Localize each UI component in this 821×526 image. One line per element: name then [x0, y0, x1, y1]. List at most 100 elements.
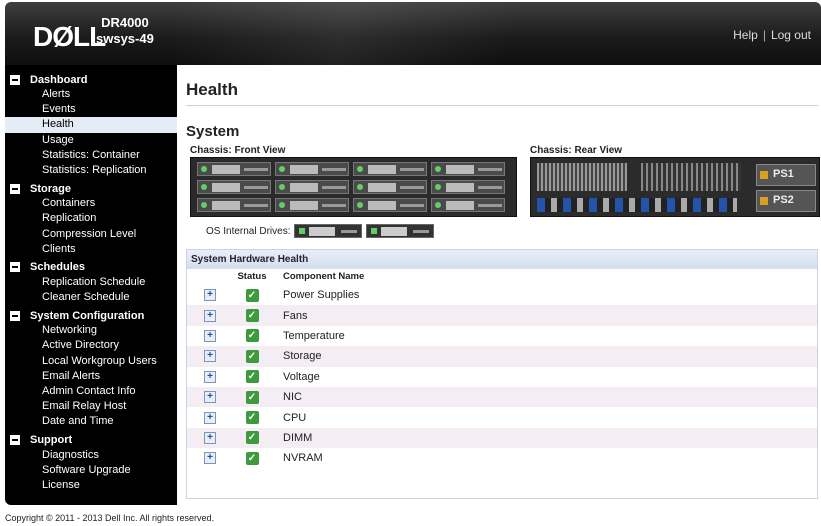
chassis-front-image	[190, 157, 517, 217]
table-row: + ✓ DIMM	[187, 427, 817, 449]
help-link[interactable]: Help	[733, 28, 758, 42]
component-name: Power Supplies	[283, 289, 360, 302]
drive-bay[interactable]	[431, 162, 505, 176]
drive-bay[interactable]	[275, 180, 349, 194]
nav-group-label: Dashboard	[30, 73, 88, 86]
sidebar-item[interactable]: Statistics: Container	[5, 148, 177, 163]
expand-icon[interactable]: +	[204, 350, 216, 363]
sidebar-item[interactable]: Date and Time	[5, 414, 177, 429]
drive-bay[interactable]	[275, 162, 349, 176]
sidebar-item[interactable]: Clients	[5, 242, 177, 257]
table-row: + ✓ NIC	[187, 386, 817, 408]
expand-icon[interactable]: +	[204, 309, 216, 322]
drive-bay-row	[197, 180, 510, 196]
drive-bay[interactable]	[431, 198, 505, 212]
sidebar-item[interactable]: Alerts	[5, 87, 177, 102]
sidebar-item[interactable]: Events	[5, 102, 177, 117]
sidebar-item[interactable]: Cleaner Schedule	[5, 290, 177, 305]
sidebar-item[interactable]: Replication	[5, 211, 177, 226]
expand-icon[interactable]: +	[204, 289, 216, 302]
status-ok-icon: ✓	[245, 288, 259, 302]
power-supply-2[interactable]: PS2	[756, 190, 816, 212]
os-drive-1[interactable]	[294, 224, 363, 238]
front-view-label: Chassis: Front View	[190, 145, 286, 156]
power-supply-1[interactable]: PS1	[756, 164, 816, 186]
component-name: Fans	[283, 309, 308, 322]
sidebar-item[interactable]: Email Alerts	[5, 369, 177, 384]
link-separator: |	[762, 28, 766, 42]
nav-group-2[interactable]: Schedules	[5, 260, 177, 275]
drive-bay[interactable]	[197, 198, 271, 212]
table-row: + ✓ NVRAM	[187, 448, 817, 468]
expand-icon[interactable]: +	[204, 370, 216, 383]
sidebar-item[interactable]: Replication Schedule	[5, 275, 177, 290]
ps1-label: PS1	[773, 168, 794, 180]
component-name: Storage	[283, 350, 322, 363]
nav-group-label: System Configuration	[30, 309, 145, 322]
collapse-icon[interactable]	[10, 183, 20, 194]
sidebar-item[interactable]: Local Workgroup Users	[5, 354, 177, 369]
drive-bay[interactable]	[353, 162, 427, 176]
collapse-icon[interactable]	[10, 74, 20, 85]
nav-group-1[interactable]: Storage	[5, 181, 177, 196]
table-row: + ✓ CPU	[187, 407, 817, 427]
sidebar-item[interactable]: Containers	[5, 196, 177, 211]
nav-group-0[interactable]: Dashboard	[5, 72, 177, 87]
product-name: DR4000	[101, 15, 149, 30]
expand-icon[interactable]: +	[204, 452, 216, 465]
chassis-rear-image: PS1 PS2	[530, 157, 820, 217]
drive-bay[interactable]	[353, 198, 427, 212]
drive-bay-row	[197, 162, 510, 178]
sidebar-item[interactable]: Statistics: Replication	[5, 163, 177, 178]
sidebar-item[interactable]: Software Upgrade	[5, 463, 177, 478]
logout-link[interactable]: Log out	[771, 28, 811, 42]
status-ok-icon: ✓	[245, 411, 259, 425]
sidebar-item[interactable]: Diagnostics	[5, 448, 177, 463]
sidebar-nav: Dashboard Alerts Events Health Usage Statisti…	[5, 65, 177, 505]
section-title: System	[186, 123, 240, 140]
table-body: + ✓ Power Supplies + ✓ Fans + ✓ Temperature + ✓ Sto…	[187, 285, 817, 469]
expand-icon[interactable]: +	[204, 411, 216, 424]
col-status: Status	[237, 271, 267, 282]
sidebar-item[interactable]: License	[5, 478, 177, 493]
collapse-icon[interactable]	[10, 435, 20, 446]
component-name: NIC	[283, 391, 302, 404]
sidebar-item[interactable]: Compression Level	[5, 227, 177, 242]
table-row: + ✓ Power Supplies	[187, 285, 817, 305]
nav-group-label: Storage	[30, 182, 71, 195]
sidebar-item[interactable]: Active Directory	[5, 338, 177, 353]
table-header: Status Component Name	[187, 269, 817, 285]
nav-group-4[interactable]: Support	[5, 433, 177, 448]
top-links: Help | Log out	[733, 28, 811, 42]
sidebar-item[interactable]: Health	[5, 117, 177, 133]
drive-bay[interactable]	[197, 162, 271, 176]
component-name: DIMM	[283, 431, 313, 444]
system-hardware-health-panel: System Hardware Health Status Component …	[186, 249, 818, 499]
expand-icon[interactable]: +	[204, 431, 216, 444]
sidebar-item[interactable]: Usage	[5, 133, 177, 148]
os-drive-2[interactable]	[366, 224, 435, 238]
status-ok-icon: ✓	[245, 390, 259, 404]
rear-view-label: Chassis: Rear View	[530, 145, 623, 156]
collapse-icon[interactable]	[10, 310, 20, 321]
drive-bay[interactable]	[275, 198, 349, 212]
hostname: swsys-49	[96, 31, 154, 46]
component-name: NVRAM	[283, 452, 323, 465]
page-title: Health	[186, 80, 238, 99]
expand-icon[interactable]: +	[204, 391, 216, 404]
ps1-led	[760, 171, 768, 179]
collapse-icon[interactable]	[10, 262, 20, 273]
sidebar-item[interactable]: Networking	[5, 323, 177, 338]
ps2-led	[760, 197, 768, 205]
sidebar-item[interactable]: Admin Contact Info	[5, 384, 177, 399]
status-ok-icon: ✓	[245, 451, 259, 465]
product-info: DR4000 swsys-49	[96, 15, 154, 47]
drive-bay[interactable]	[353, 180, 427, 194]
drive-bay[interactable]	[197, 180, 271, 194]
nav-group-3[interactable]: System Configuration	[5, 308, 177, 323]
drive-bay[interactable]	[431, 180, 505, 194]
table-row: + ✓ Fans	[187, 305, 817, 326]
expand-icon[interactable]: +	[204, 329, 216, 342]
dell-logo: DØLL	[33, 21, 106, 52]
sidebar-item[interactable]: Email Relay Host	[5, 399, 177, 414]
